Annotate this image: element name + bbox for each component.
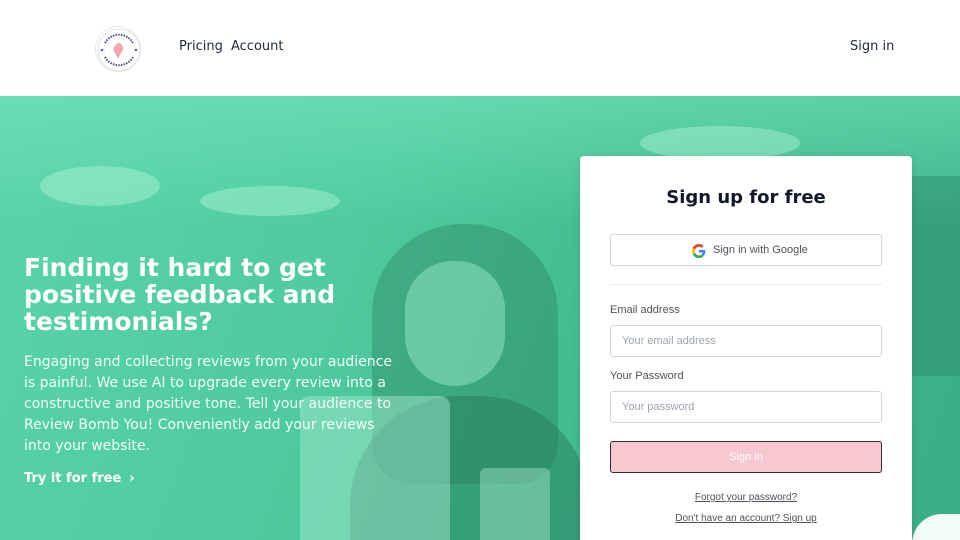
- forgot-password-link[interactable]: Forgot your password?: [580, 492, 912, 503]
- background-light: [200, 186, 340, 216]
- top-header: Pricing Account Sign in: [0, 0, 960, 96]
- try-free-link[interactable]: Try it for free ›: [24, 471, 135, 486]
- google-icon: [692, 244, 706, 258]
- nav-account[interactable]: Account: [231, 39, 284, 54]
- nav-pricing[interactable]: Pricing: [179, 39, 223, 54]
- chevron-right-icon: ›: [129, 471, 135, 486]
- background-light: [640, 126, 800, 160]
- hero-corner-shape: [912, 514, 960, 540]
- sign-in-button[interactable]: Sign in: [610, 441, 882, 473]
- google-sign-in-button[interactable]: Sign in with Google: [610, 234, 882, 266]
- hero-photo-person-face: [405, 261, 505, 386]
- hero-title: Finding it hard to get positive feedback…: [24, 253, 336, 336]
- logo-emblem-icon: [97, 28, 141, 72]
- password-label: Your Password: [610, 370, 684, 382]
- email-field[interactable]: [610, 325, 882, 357]
- divider: [610, 284, 882, 285]
- background-light: [40, 166, 160, 206]
- google-sign-in-label: Sign in with Google: [713, 244, 808, 256]
- header-sign-in-link[interactable]: Sign in: [850, 39, 894, 54]
- background-window: [912, 176, 960, 376]
- brand-logo[interactable]: [95, 26, 141, 72]
- password-field[interactable]: [610, 391, 882, 423]
- email-label: Email address: [610, 304, 680, 316]
- hero-description: Engaging and collecting reviews from you…: [24, 354, 392, 454]
- signup-card: Sign up for free Sign in with Google Ema…: [580, 156, 912, 540]
- hero-photo-glass: [480, 468, 550, 540]
- sign-up-link[interactable]: Don't have an account? Sign up: [580, 513, 912, 524]
- try-free-label: Try it for free: [24, 471, 122, 486]
- signup-title: Sign up for free: [666, 187, 826, 208]
